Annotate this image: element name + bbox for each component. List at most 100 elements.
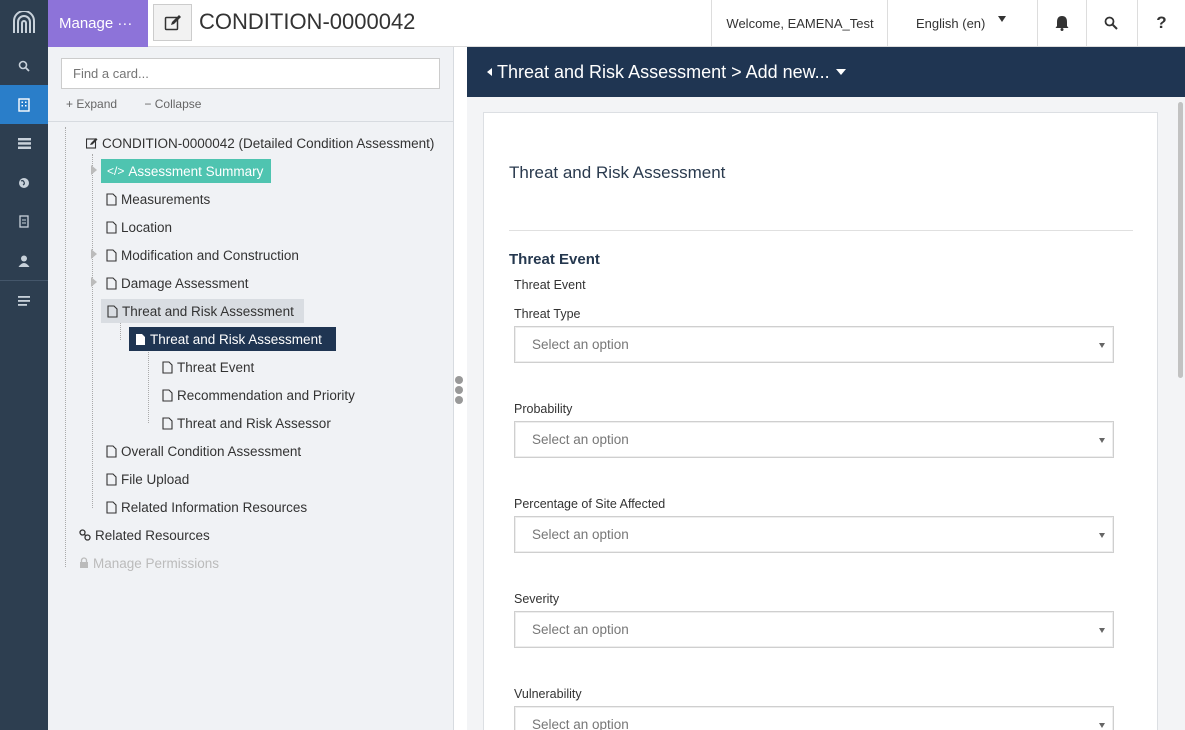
file-icon (106, 248, 117, 262)
file-icon (106, 220, 117, 234)
search-icon (1104, 16, 1118, 30)
tree-root-label: CONDITION-0000042 (Detailed Condition As… (102, 135, 435, 151)
edit-icon (164, 14, 181, 30)
notifications-button[interactable] (1037, 0, 1086, 46)
tree-item-label: Threat and Risk Assessor (177, 415, 331, 431)
bookmark-icon (19, 215, 29, 228)
tree-item-overall-condition[interactable]: Overall Condition Assessment (106, 439, 301, 463)
nav-user[interactable] (0, 241, 48, 280)
tree-root[interactable]: CONDITION-0000042 (Detailed Condition As… (86, 131, 434, 155)
tree-item-threat-risk[interactable]: Threat and Risk Assessment (101, 299, 304, 323)
expand-button[interactable]: + Expand (66, 97, 129, 111)
nav-resources[interactable] (0, 85, 48, 124)
collapse-button[interactable]: − Collapse (144, 97, 213, 111)
app-logo[interactable] (0, 0, 48, 46)
vulnerability-select[interactable]: Select an option (514, 706, 1114, 730)
tree-item-related-info[interactable]: Related Information Resources (106, 495, 307, 519)
expand-triangle-icon[interactable] (91, 165, 97, 175)
severity-select[interactable]: Select an option (514, 611, 1114, 648)
building-icon (18, 97, 30, 112)
file-icon (106, 192, 117, 206)
welcome-user[interactable]: Welcome, EAMENA_Test (711, 0, 888, 46)
tree-item-location[interactable]: Location (106, 215, 172, 239)
search-icon (18, 60, 30, 72)
card-breadcrumb-bar[interactable]: Threat and Risk Assessment > Add new... (467, 47, 1185, 97)
tree-item-related-resources[interactable]: Related Resources (79, 523, 210, 547)
tree-item-label: Overall Condition Assessment (121, 443, 302, 459)
left-nav (0, 0, 48, 730)
nav-bookmark[interactable] (0, 202, 48, 241)
collapse-label: Collapse (154, 97, 202, 111)
threat-type-select[interactable]: Select an option (514, 326, 1114, 363)
tree-item-label: Measurements (121, 191, 211, 207)
arches-logo-icon (13, 11, 35, 33)
card-editor-panel: Threat and Risk Assessment > Add new... … (467, 47, 1185, 730)
card-title: Threat and Risk Assessment (509, 163, 726, 182)
probability-select[interactable]: Select an option (514, 421, 1114, 458)
select-placeholder: Select an option (532, 432, 629, 447)
edit-resource-button[interactable] (153, 4, 192, 41)
tree-item-label: Threat Event (177, 359, 255, 375)
manage-button[interactable]: Manage ··· (48, 0, 148, 47)
tree-item-modification[interactable]: Modification and Construction (106, 243, 299, 267)
scrollbar-thumb[interactable] (1178, 102, 1183, 378)
chevron-down-icon (998, 16, 1006, 22)
nav-menu[interactable] (0, 281, 48, 320)
nav-list[interactable] (0, 124, 48, 163)
file-icon (107, 304, 118, 318)
search-button[interactable] (1086, 0, 1135, 46)
file-icon (162, 416, 173, 430)
tree-item-threat-event[interactable]: Threat Event (162, 355, 254, 379)
edit-icon (86, 137, 98, 149)
file-icon (162, 360, 173, 374)
select-placeholder: Select an option (532, 717, 629, 730)
file-icon (135, 333, 146, 346)
globe-icon (19, 177, 29, 188)
card-breadcrumb: Threat and Risk Assessment > Add new... (497, 61, 830, 82)
tree-item-recommendation[interactable]: Recommendation and Priority (162, 383, 355, 407)
card-tree-panel: + Expand − Collapse CONDITION-0000042 (D… (48, 47, 454, 730)
tree-item-assessor[interactable]: Threat and Risk Assessor (162, 411, 331, 435)
expand-triangle-icon[interactable] (91, 277, 97, 287)
file-icon (162, 388, 173, 402)
percentage-affected-label: Percentage of Site Affected (514, 497, 666, 511)
link-icon (79, 529, 91, 541)
content-scrollbar[interactable] (1176, 98, 1185, 730)
nav-search[interactable] (0, 46, 48, 85)
card-form: Threat and Risk Assessment Threat Event … (483, 112, 1158, 730)
expand-label: Expand (76, 97, 118, 111)
tree-item-assessment-summary[interactable]: </> Assessment Summary (101, 159, 272, 183)
tree-item-label: Assessment Summary (128, 163, 264, 179)
lock-icon (79, 557, 89, 569)
probability-label: Probability (514, 402, 573, 416)
chevron-down-icon (1099, 533, 1105, 538)
chevron-left-icon (487, 68, 492, 76)
expand-triangle-icon[interactable] (91, 249, 97, 259)
language-select[interactable]: English (en) (887, 0, 1038, 46)
user-icon (18, 255, 30, 267)
tree-item-damage-assessment[interactable]: Damage Assessment (106, 271, 249, 295)
tree-item-label: Location (121, 219, 173, 235)
file-icon (106, 276, 117, 290)
tree-item-manage-permissions: Manage Permissions (79, 551, 219, 575)
nav-map[interactable] (0, 163, 48, 202)
card-search-input[interactable] (61, 58, 440, 89)
panel-splitter-handle[interactable] (455, 376, 465, 406)
tree-item-label: Threat and Risk Assessment (150, 331, 322, 347)
language-label: English (en) (916, 15, 986, 31)
help-button[interactable]: ? (1137, 0, 1185, 46)
tree-item-measurements[interactable]: Measurements (106, 187, 210, 211)
section-sub-label: Threat Event (514, 278, 586, 292)
tree-item-label: Threat and Risk Assessment (122, 303, 294, 319)
select-placeholder: Select an option (532, 622, 629, 637)
vulnerability-label: Vulnerability (514, 687, 582, 701)
tree-item-label: Recommendation and Priority (177, 387, 355, 403)
file-icon (106, 500, 117, 514)
code-icon: </> (107, 164, 125, 178)
percentage-affected-select[interactable]: Select an option (514, 516, 1114, 553)
tree-item-label: File Upload (121, 471, 190, 487)
list-icon (17, 138, 31, 149)
threat-type-label: Threat Type (514, 307, 581, 321)
tree-item-file-upload[interactable]: File Upload (106, 467, 189, 491)
tree-item-threat-risk-selected[interactable]: Threat and Risk Assessment (129, 327, 336, 351)
